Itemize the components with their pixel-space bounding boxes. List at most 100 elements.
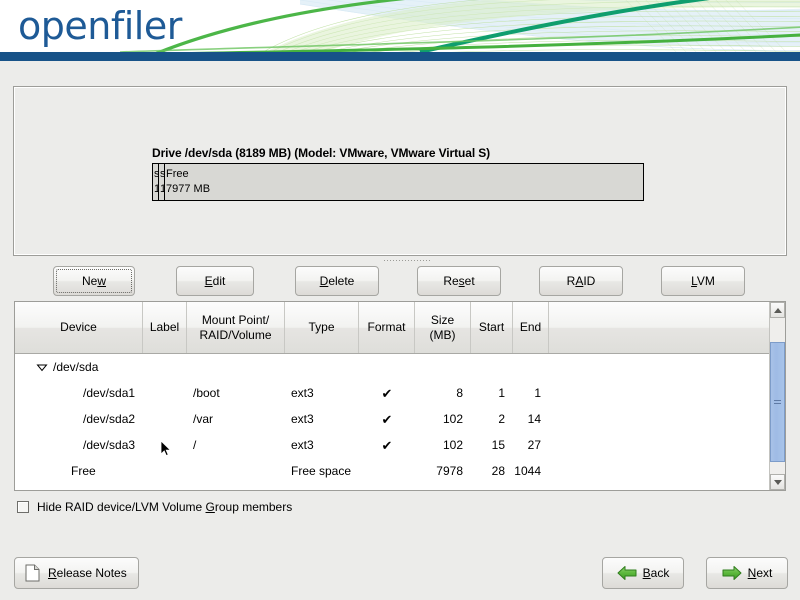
column-header-label: End [519,320,542,334]
table-header-row: Device Label Mount Point/RAID/Volume Type Fo… [15,302,771,354]
table-row[interactable]: /dev/sda [15,354,771,380]
raid-button[interactable]: RAID [539,266,623,296]
cell-start: 28 [491,464,505,478]
lvm-button[interactable]: LVM [661,266,745,296]
device-name: /dev/sda1 [83,386,136,400]
cell-type: Free space [291,464,352,478]
raid-button-label: RAID [566,274,596,288]
partition-size: 1 [153,183,158,196]
splitter-dot [396,260,397,261]
cell-start [471,354,513,380]
partition-actions-toolbar: New Edit Delete Reset RAID LVM [0,266,800,296]
edit-button[interactable]: Edit [176,266,254,296]
header-blue-rule [0,52,800,61]
cell-device: /dev/sda [15,354,143,380]
new-button[interactable]: New [53,266,135,296]
column-header[interactable]: Label [143,302,187,353]
cell-label [143,406,187,432]
lvm-button-label: LVM [691,274,715,288]
check-icon: ✔ [381,411,393,427]
cell-format: ✔ [359,432,415,458]
column-header[interactable]: Size (MB) [415,302,471,353]
scroll-up-button[interactable] [770,302,785,318]
cell-mount [187,354,285,380]
cell-spacer [549,406,771,432]
cell-spacer [549,354,771,380]
column-header[interactable] [549,302,771,353]
cell-type: ext3 [291,386,314,400]
back-button[interactable]: Back [602,557,684,589]
column-header[interactable]: Start [471,302,513,353]
device-name: /dev/sda [53,360,99,374]
cell-format: ✔ [359,380,415,406]
cell-format [359,458,415,484]
splitter-dot [387,260,388,261]
splitter-dot [423,260,424,261]
cell-label [143,458,187,484]
cell-type [285,354,359,380]
splitter-dot [429,260,430,261]
partition-name: s [160,168,165,180]
column-header[interactable]: Format [359,302,415,353]
table-vertical-scrollbar[interactable] [769,302,785,490]
cell-device: /dev/sda2 [15,406,143,432]
reset-button-label: Reset [443,274,475,288]
splitter-dot [402,260,403,261]
column-header-label: Format [367,320,406,334]
delete-button-label: Delete [319,274,355,288]
edit-button-label: Edit [204,274,226,288]
check-icon: ✔ [381,437,393,453]
table-row[interactable]: Free Free space 7978 28 1044 [15,458,771,484]
table-row[interactable]: /dev/sda3 / ext3 ✔ 102 15 27 [15,432,771,458]
check-icon: ✔ [381,385,393,401]
cell-spacer [549,458,771,484]
partition-name: s [154,168,159,180]
drive-partition-cell[interactable]: Free 7977 MB [165,164,643,200]
app-header-banner: openfiler [0,0,800,52]
column-header[interactable]: End [513,302,549,353]
device-name: /dev/sda2 [83,412,136,426]
cell-device: /dev/sda1 [15,380,143,406]
partition-size: 1 [159,183,164,196]
next-button[interactable]: Next [706,557,788,589]
arrow-right-icon [722,565,742,581]
delete-button[interactable]: Delete [295,266,379,296]
splitter-dot [405,260,406,261]
column-header[interactable]: Device [15,302,143,353]
hide-members-checkbox[interactable] [17,501,29,513]
cell-mount: /var [193,412,214,426]
splitter-dot [411,260,412,261]
column-header-label: Type [308,320,335,334]
cell-mount [187,458,285,484]
hide-members-checkbox-row[interactable]: Hide RAID device/LVM Volume Group member… [17,500,292,514]
panel-splitter-handle[interactable] [384,258,432,263]
cell-start: 15 [491,438,505,452]
partitions-table: Device Label Mount Point/RAID/Volume Type Fo… [14,301,786,491]
column-header-label: Start [478,320,505,334]
cell-size: 7978 [436,464,463,478]
splitter-dot [417,260,418,261]
release-notes-button[interactable]: Release Notes [14,557,139,589]
column-header[interactable]: Type [285,302,359,353]
cell-format: ✔ [359,406,415,432]
table-body: /dev/sda/dev/sda1/boot ext3 ✔ 8 1 1/dev/sda2/… [15,354,771,490]
cell-size: 102 [442,438,463,452]
column-header[interactable]: Mount Point/RAID/Volume [187,302,285,353]
device-name: Free [71,464,96,478]
scrollbar-thumb[interactable] [770,342,785,462]
drive-partition-bar[interactable]: s1s1Free7977 MB [152,163,644,201]
chevron-down-icon [773,479,782,485]
next-button-label: Next [747,566,773,580]
column-header-label: Mount Point/RAID/Volume [199,312,272,342]
cell-size: 8 [456,386,463,400]
table-row[interactable]: /dev/sda2/var ext3 ✔ 102 2 14 [15,406,771,432]
splitter-dot [426,260,427,261]
partition-size: 7977 MB [166,183,211,195]
splitter-dot [420,260,421,261]
release-notes-label: Release Notes [48,566,127,580]
reset-button[interactable]: Reset [417,266,501,296]
table-row[interactable]: /dev/sda1/boot ext3 ✔ 8 1 1 [15,380,771,406]
cell-format [359,354,415,380]
scroll-down-button[interactable] [770,474,785,490]
expander-triangle-icon[interactable] [35,360,49,374]
